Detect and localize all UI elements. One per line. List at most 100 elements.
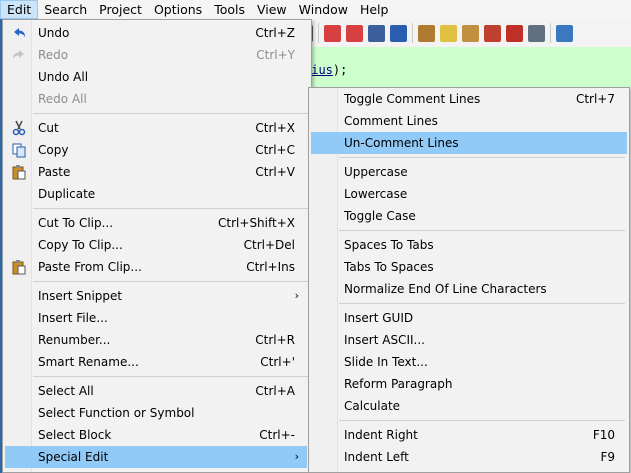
menu-item-label: Redo [38, 48, 69, 62]
menu-item-shortcut: Ctrl+7 [575, 92, 615, 106]
menu-item-label: Spaces To Tabs [344, 238, 434, 252]
menu-project[interactable]: Project [93, 0, 148, 19]
menu-item-shortcut: F10 [592, 428, 615, 442]
menu-item-shortcut: Ctrl+Ins [246, 260, 295, 274]
submenu-arrow-icon: › [294, 450, 299, 463]
bookmark-next-icon[interactable] [346, 24, 363, 42]
menu-search[interactable]: Search [38, 0, 93, 19]
menu-item-shortcut: Ctrl+Del [243, 238, 295, 252]
menu-item-cut-to-clip[interactable]: Cut To Clip... Ctrl+Shift+X [5, 212, 307, 234]
menu-item-paste[interactable]: Paste Ctrl+V [5, 161, 307, 183]
menu-item-insert-ascii[interactable]: Insert ASCII... [311, 329, 627, 351]
menu-item-insert-file[interactable]: Insert File... [5, 307, 307, 329]
menu-item-label: Paste [38, 165, 71, 179]
menu-item-label: Insert ASCII... [344, 333, 425, 347]
menu-item-smart-rename[interactable]: Smart Rename... Ctrl+' [5, 351, 307, 373]
menu-item-label: Duplicate [38, 187, 96, 201]
toolbar-separator [412, 23, 413, 43]
menu-item-redo-all: Redo All [5, 88, 307, 110]
code-punct: ); [332, 63, 348, 77]
menu-edit[interactable]: Edit [0, 0, 39, 19]
symbol-icon[interactable] [440, 24, 457, 42]
tools-icon[interactable] [528, 24, 545, 42]
menu-item-insert-snippet[interactable]: Insert Snippet › [5, 285, 307, 307]
menu-item-duplicate[interactable]: Duplicate [5, 183, 307, 205]
menu-item-select-function[interactable]: Select Function or Symbol [5, 402, 307, 424]
menu-item-label: Renumber... [38, 333, 111, 347]
menu-item-label: Indent Left [344, 450, 409, 464]
special-edit-submenu: Toggle Comment Lines Ctrl+7 Comment Line… [308, 87, 630, 473]
menu-item-label: Toggle Case [344, 209, 416, 223]
menu-item-toggle-comment-lines[interactable]: Toggle Comment Lines Ctrl+7 [311, 88, 627, 110]
submenu-arrow-icon: › [294, 289, 299, 302]
menu-item-shortcut: Ctrl+' [260, 355, 295, 369]
menu-item-shortcut: Ctrl+Shift+X [218, 216, 295, 230]
menu-item-comment-lines[interactable]: Comment Lines [311, 110, 627, 132]
menu-item-shortcut: Ctrl+Z [255, 26, 295, 40]
copy-icon [12, 143, 26, 158]
goto-line-icon[interactable] [368, 24, 385, 42]
menu-item-label: Select All [38, 384, 94, 398]
menu-separator [339, 303, 625, 304]
menu-item-copy-to-clip[interactable]: Copy To Clip... Ctrl+Del [5, 234, 307, 256]
jump-icon[interactable] [506, 24, 523, 42]
menu-item-undo[interactable]: Undo Ctrl+Z [5, 22, 307, 44]
menu-item-label: Uppercase [344, 165, 408, 179]
menu-item-redo: Redo Ctrl+Y [5, 44, 307, 66]
menu-item-shortcut: Ctrl+A [255, 384, 295, 398]
menu-item-spaces-to-tabs[interactable]: Spaces To Tabs [311, 234, 627, 256]
menu-item-label: Insert File... [38, 311, 108, 325]
book-icon[interactable] [462, 24, 479, 42]
menu-item-label: Special Edit [38, 450, 109, 464]
favorite-star-icon[interactable] [390, 24, 407, 42]
menu-item-copy[interactable]: Copy Ctrl+C [5, 139, 307, 161]
menu-item-label: Cut To Clip... [38, 216, 114, 230]
menu-item-label: Reform Paragraph [344, 377, 453, 391]
menu-item-slide-in-text[interactable]: Slide In Text... [311, 351, 627, 373]
menu-item-select-block[interactable]: Select Block Ctrl+- [5, 424, 307, 446]
code-editor[interactable]: dius); [300, 47, 631, 87]
menu-bar: Edit Search Project Options Tools View W… [0, 0, 631, 20]
menu-separator [33, 376, 309, 377]
menu-item-undo-all[interactable]: Undo All [5, 66, 307, 88]
menu-tools[interactable]: Tools [208, 0, 251, 19]
build-icon[interactable] [418, 24, 435, 42]
undo-icon [14, 28, 25, 37]
toolbar-separator [318, 23, 319, 43]
menu-item-reform-paragraph[interactable]: Reform Paragraph [311, 373, 627, 395]
menu-window[interactable]: Window [293, 0, 354, 19]
bookmark-prev-icon[interactable] [324, 24, 341, 42]
menu-separator [339, 157, 625, 158]
menu-item-renumber[interactable]: Renumber... Ctrl+R [5, 329, 307, 351]
menu-item-label: Select Block [38, 428, 112, 442]
menu-item-indent-right[interactable]: Indent Right F10 [311, 424, 627, 446]
menu-help[interactable]: Help [354, 0, 395, 19]
function-icon[interactable] [484, 24, 501, 42]
menu-view[interactable]: View [251, 0, 293, 19]
menu-item-tabs-to-spaces[interactable]: Tabs To Spaces [311, 256, 627, 278]
menu-options[interactable]: Options [148, 0, 208, 19]
menu-item-shortcut: Ctrl+R [255, 333, 295, 347]
menu-item-uncomment-lines[interactable]: Un-Comment Lines [311, 132, 627, 154]
menu-item-label: Smart Rename... [38, 355, 139, 369]
menu-item-uppercase[interactable]: Uppercase [311, 161, 627, 183]
menu-item-insert-guid[interactable]: Insert GUID [311, 307, 627, 329]
menu-item-label: Select Function or Symbol [38, 406, 195, 420]
menu-item-indent-left[interactable]: Indent Left F9 [311, 446, 627, 468]
edit-menu: Undo Ctrl+Z Redo Ctrl+Y Undo All Redo Al… [2, 19, 312, 473]
menu-item-normalize-eol[interactable]: Normalize End Of Line Characters [311, 278, 627, 300]
menu-item-special-edit[interactable]: Special Edit › [5, 446, 307, 468]
menu-item-label: Lowercase [344, 187, 408, 201]
menu-item-lowercase[interactable]: Lowercase [311, 183, 627, 205]
menu-item-shortcut: F9 [600, 450, 615, 464]
menu-separator [339, 420, 625, 421]
menu-item-toggle-case[interactable]: Toggle Case [311, 205, 627, 227]
menu-item-select-all[interactable]: Select All Ctrl+A [5, 380, 307, 402]
menu-item-shortcut: Ctrl+C [255, 143, 295, 157]
menu-item-cut[interactable]: Cut Ctrl+X [5, 117, 307, 139]
menu-item-label: Insert GUID [344, 311, 414, 325]
menu-item-paste-from-clip[interactable]: Paste From Clip... Ctrl+Ins [5, 256, 307, 278]
menu-item-label: Copy To Clip... [38, 238, 123, 252]
window-layout-icon[interactable] [556, 24, 573, 42]
menu-item-calculate[interactable]: Calculate [311, 395, 627, 417]
